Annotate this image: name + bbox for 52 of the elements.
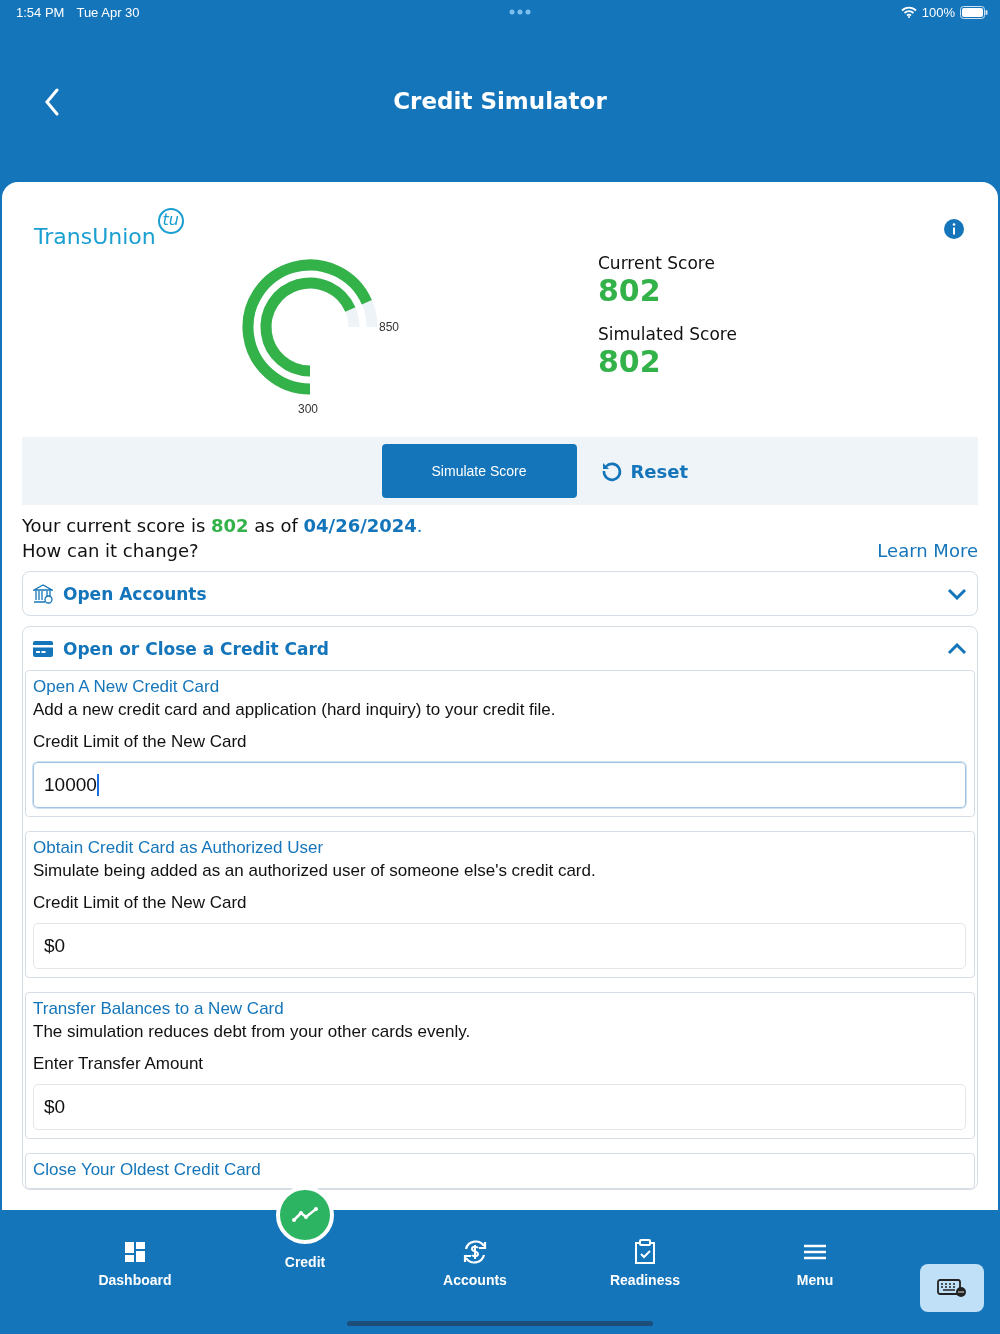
status-date: Tue Apr 30	[76, 4, 140, 20]
nav-tab[interactable]: Readiness	[560, 1210, 730, 1334]
option-title: Close Your Oldest Credit Card	[33, 1160, 262, 1180]
field-label: Enter Transfer Amount	[33, 1054, 205, 1074]
field-label: Credit Limit of the New Card	[33, 732, 248, 752]
option-description: Simulate being added as an authorized user of someone else's credit card.	[33, 861, 597, 881]
option-title: Transfer Balances to a New Card	[33, 999, 285, 1019]
learn-more-link[interactable]: Learn More	[877, 540, 978, 561]
reset-icon	[600, 460, 623, 482]
score-summary: Your current score is 802 as of 04/26/2024.	[22, 515, 424, 536]
score-value: 802	[598, 344, 662, 379]
more-dots-icon	[509, 9, 532, 15]
amount-field[interactable]: $0	[33, 923, 966, 969]
menu-icon	[804, 1244, 826, 1260]
field-label: Credit Limit of the New Card	[33, 893, 248, 913]
nav-tab[interactable]: Accounts	[390, 1210, 560, 1334]
status-time: 1:54 PM	[16, 4, 65, 20]
page-title: Credit Simulator	[393, 88, 607, 114]
change-prompt: How can it change?	[22, 540, 199, 561]
option-title: Open A New Credit Card	[33, 677, 221, 697]
bank-icon	[33, 583, 53, 604]
amount-field[interactable]: $0	[33, 1084, 966, 1130]
nav-tab[interactable]: Dashboard	[50, 1210, 220, 1334]
info-icon[interactable]	[944, 218, 964, 239]
option-title: Obtain Credit Card as Authorized User	[33, 838, 325, 858]
score-label: Current Score	[598, 253, 716, 273]
trend-line-icon	[292, 1207, 318, 1223]
keyboard-icon	[937, 1278, 967, 1298]
gauge-max-label: 850	[379, 320, 400, 334]
gauge-min-label: 300	[298, 402, 319, 416]
dashboard-icon	[125, 1242, 145, 1262]
credit-card-icon	[33, 640, 53, 657]
nav-tab[interactable]: Menu	[730, 1210, 900, 1334]
accordion-header[interactable]: Open or Close a Credit Card	[23, 627, 977, 670]
score-label: Simulated Score	[598, 324, 737, 344]
chevron-up-icon	[947, 642, 967, 655]
keyboard-button[interactable]	[920, 1264, 984, 1312]
simulate-score-button[interactable]: Simulate Score	[381, 444, 577, 498]
reset-button[interactable]: Reset	[594, 459, 715, 483]
option-description: Add a new credit card and application (hard inquiry) to your credit file.	[33, 700, 557, 720]
nav-tab[interactable]: Credit	[220, 1186, 390, 1270]
logo: TransUnion tu	[34, 208, 184, 249]
battery-percent: 100%	[921, 4, 955, 20]
clipboard-check-icon	[634, 1239, 656, 1265]
score-value: 802	[598, 273, 662, 308]
wifi-icon	[900, 6, 917, 18]
accordion-header[interactable]: Open Accounts	[23, 572, 977, 615]
dollar-cycle-icon	[462, 1239, 488, 1265]
chevron-down-icon	[947, 587, 967, 600]
option-description: The simulation reduces debt from your other cards evenly.	[33, 1022, 472, 1042]
amount-field[interactable]: 10000	[33, 762, 966, 808]
battery-icon	[960, 5, 988, 19]
